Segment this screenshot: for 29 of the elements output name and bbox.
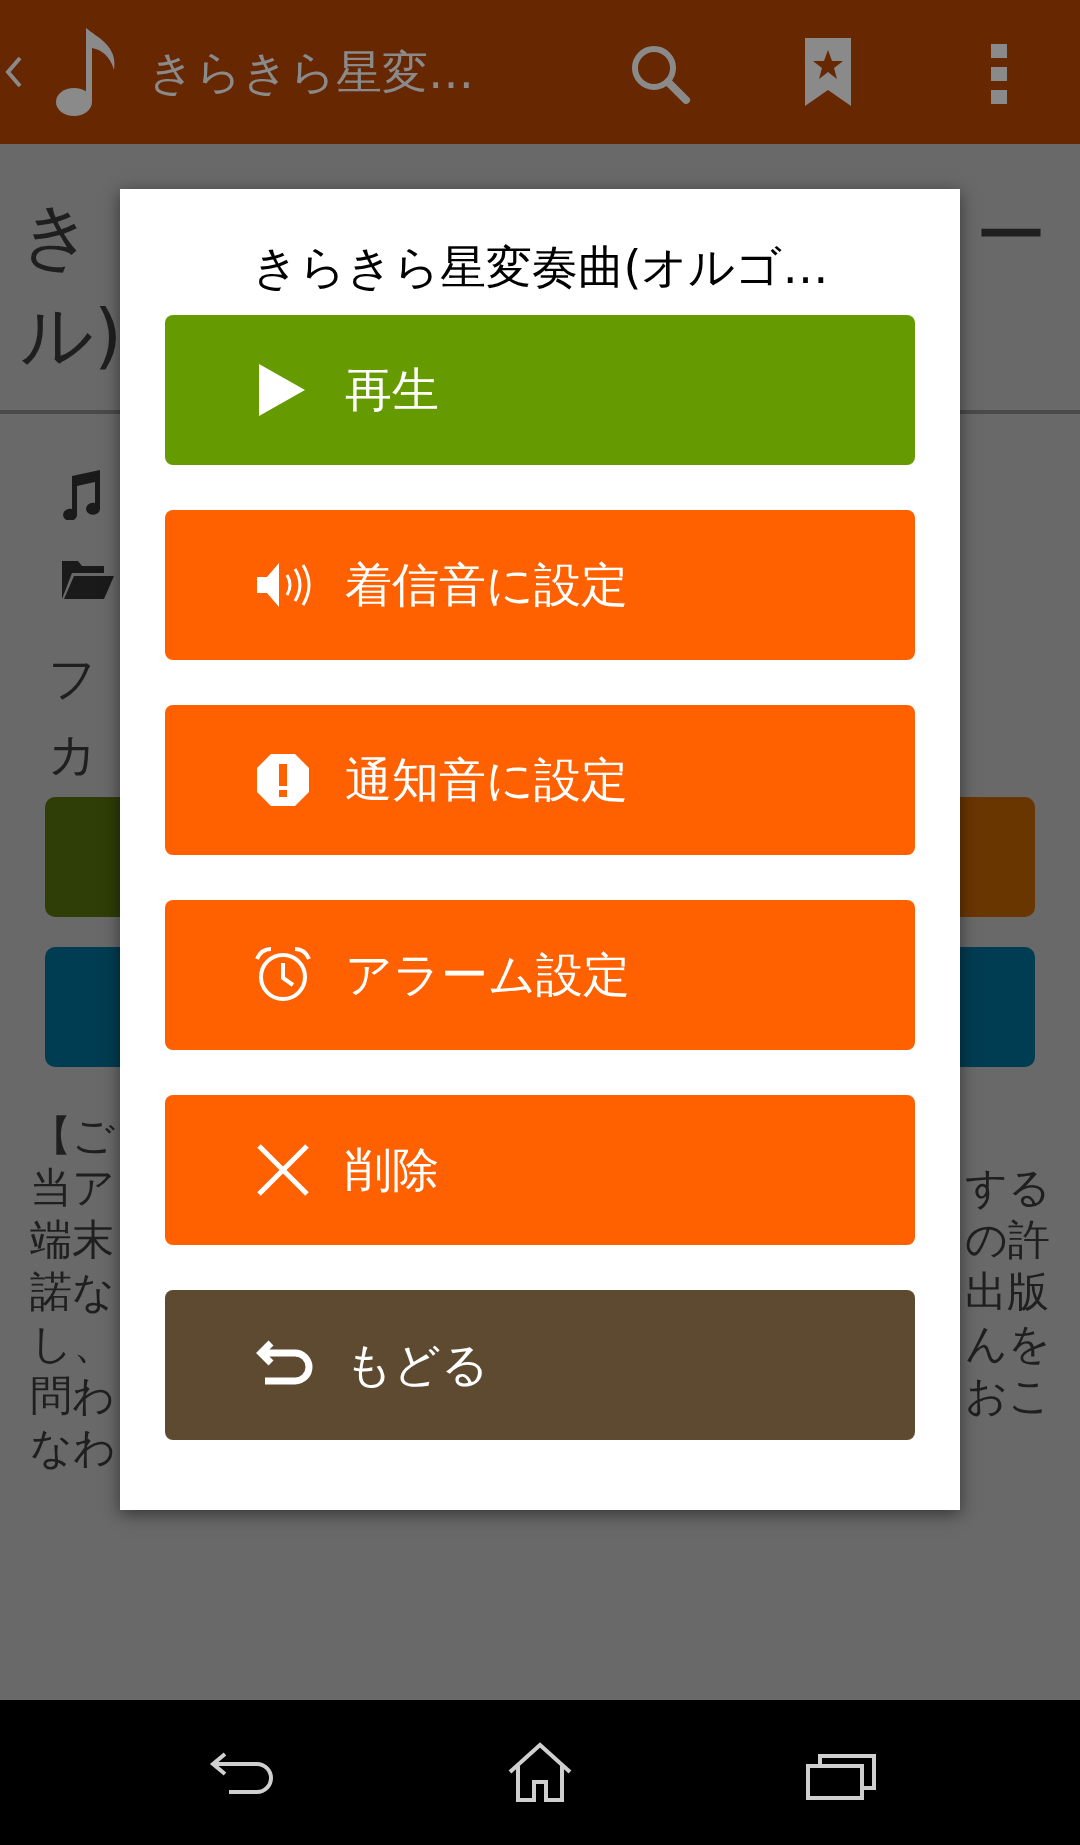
notice-text: 問わ [30, 1370, 116, 1422]
notice-text: なわ [30, 1422, 116, 1474]
home-icon[interactable] [506, 1742, 574, 1802]
dialog-button[interactable]: 着信音に設定 [165, 510, 915, 660]
heading-text: ル) [20, 292, 123, 379]
description-text: フ [48, 649, 97, 708]
notice-text: おこ [965, 1370, 1051, 1422]
notice-text: 端末 [30, 1214, 115, 1266]
notice-text: 当ア [30, 1162, 116, 1214]
bookmark-star-icon[interactable] [805, 38, 851, 106]
dialog-button[interactable]: 再生 [165, 315, 915, 465]
notice-text: 諾な [30, 1266, 116, 1318]
notice-text: し、 [30, 1318, 116, 1370]
notice-text: の許 [965, 1214, 1051, 1266]
dialog-title: きらきら星変奏曲(オルゴ… [251, 239, 829, 296]
notice-text: する [965, 1162, 1051, 1214]
heading-text: ー [975, 192, 1047, 279]
recent-apps-icon[interactable] [806, 1754, 876, 1800]
app-bar-title: きらきら星変… [148, 43, 474, 101]
notice-text: んを [965, 1318, 1051, 1370]
dialog-button[interactable]: 通知音に設定 [165, 705, 915, 855]
heading-text: き [20, 192, 95, 279]
notice-text: 【ご [30, 1110, 116, 1162]
description-text: カ [48, 725, 97, 784]
dialog-button[interactable]: アラーム設定 [165, 900, 915, 1050]
menu-icon[interactable] [991, 44, 1007, 104]
dialog-button[interactable]: 削除 [165, 1095, 915, 1245]
dialog-button[interactable]: もどる [165, 1290, 915, 1440]
notice-text: 出版 [965, 1266, 1050, 1318]
